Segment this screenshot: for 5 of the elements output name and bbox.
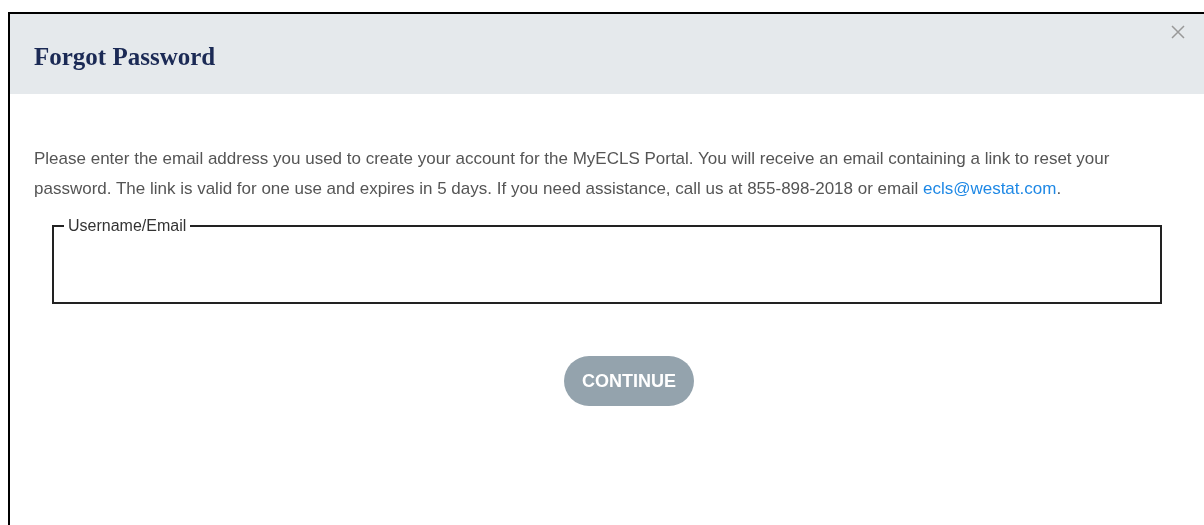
close-icon — [1171, 25, 1185, 39]
dialog-title: Forgot Password — [34, 42, 216, 72]
email-link[interactable]: ecls@westat.com — [922, 179, 1057, 198]
instructions-text: Please enter the email address you used to create your account for the MyECLS Portal. You will receive an email containing a link to reset your password. The link is valid for one use and expires in 5 days. If you need assistance, call us at 855-898-2018 or email ecls@westat.com. — [34, 148, 1111, 200]
field-label: Username/Email — [67, 216, 188, 236]
